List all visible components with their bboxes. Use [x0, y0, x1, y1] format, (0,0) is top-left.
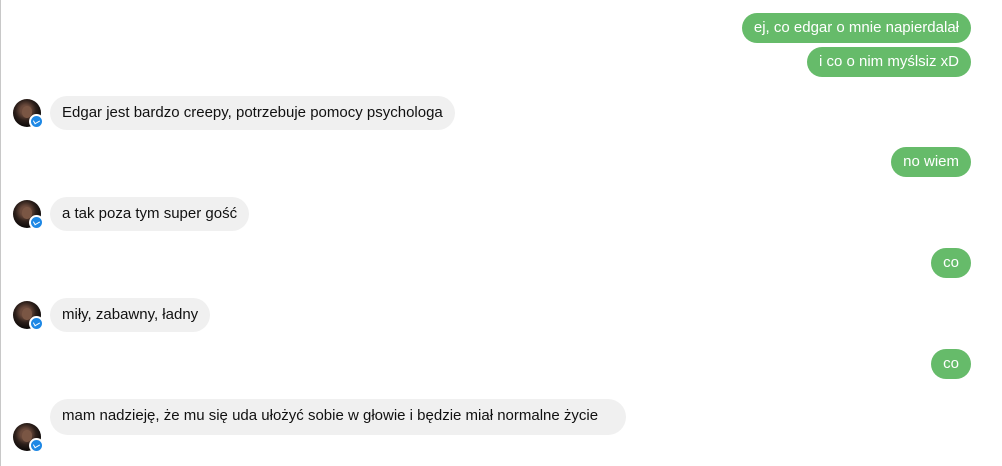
messenger-badge-icon: [29, 215, 44, 230]
incoming-message[interactable]: a tak poza tym super gość: [50, 197, 250, 231]
contact-avatar[interactable]: [13, 99, 44, 129]
incoming-message[interactable]: miły, zabawny, ładny: [50, 298, 211, 332]
incoming-message[interactable]: Edgar jest bardzo creepy, potrzebuje pom…: [50, 96, 455, 130]
outgoing-message[interactable]: i co o nim myślsiz xD: [806, 47, 971, 77]
contact-avatar[interactable]: [13, 200, 44, 230]
contact-avatar[interactable]: [13, 301, 44, 331]
outgoing-message[interactable]: co: [931, 349, 971, 379]
pane-border: [0, 0, 1, 466]
outgoing-message[interactable]: no wiem: [891, 147, 971, 177]
contact-avatar[interactable]: [13, 423, 44, 453]
outgoing-message[interactable]: ej, co edgar o mnie napierdalał: [741, 13, 971, 43]
messenger-badge-icon: [29, 316, 44, 331]
messenger-badge-icon: [29, 438, 44, 453]
outgoing-message[interactable]: co: [931, 248, 971, 278]
messenger-badge-icon: [29, 114, 44, 129]
incoming-message[interactable]: mam nadzieję, że mu się uda ułożyć sobie…: [50, 399, 626, 435]
